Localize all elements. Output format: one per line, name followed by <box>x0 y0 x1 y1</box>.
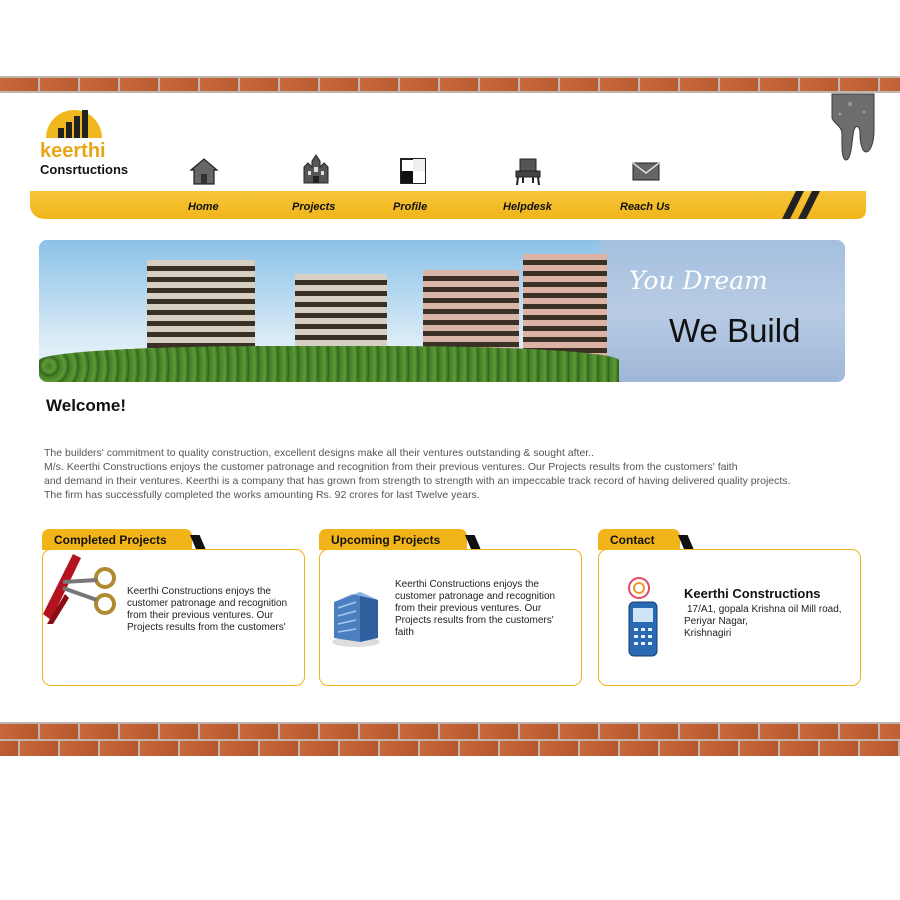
nav-helpdesk[interactable]: Helpdesk <box>503 201 552 213</box>
brick-border-bottom <box>0 722 900 756</box>
welcome-line: The builders' commitment to quality cons… <box>44 447 595 459</box>
navbar-stripes <box>782 191 820 219</box>
mobile-phone-icon <box>628 577 658 657</box>
contact-company-name: Keerthi Constructions <box>684 586 821 601</box>
completed-projects-box: Keerthi Constructions enjoys the custome… <box>42 549 305 686</box>
paint-drip-icon <box>831 93 875 161</box>
welcome-line: M/s. Keerthi Constructions enjoys the cu… <box>44 461 738 473</box>
nav-profile[interactable]: Profile <box>393 201 427 213</box>
banner-tagline-dream: You Dream <box>629 266 768 295</box>
contact-address-line: Krishnagiri <box>684 628 732 639</box>
welcome-line: and demand in their ventures. Keerthi is… <box>44 475 791 487</box>
upcoming-projects-title: Upcoming Projects <box>331 533 441 547</box>
castle-icon[interactable] <box>300 153 332 185</box>
completed-projects-tab[interactable]: Completed Projects <box>42 529 206 550</box>
trees-image <box>39 346 619 382</box>
contact-tab[interactable]: Contact <box>598 529 694 550</box>
office-building-icon <box>332 592 380 647</box>
contact-address-line: Periyar Nagar, <box>684 616 748 627</box>
welcome-heading: Welcome! <box>46 396 126 415</box>
main-navbar: Home Projects Profile Helpdesk Reach Us <box>30 191 866 219</box>
contact-address-line: 17/A1, gopala Krishna oil Mill road, <box>687 604 842 615</box>
completed-projects-text: Keerthi Constructions enjoys the custome… <box>127 586 288 633</box>
welcome-text: The builders' commitment to quality cons… <box>44 446 864 502</box>
nav-projects[interactable]: Projects <box>292 201 335 213</box>
banner-tagline-build: We Build <box>669 312 801 349</box>
contact-title: Contact <box>610 533 655 547</box>
upcoming-projects-tab[interactable]: Upcoming Projects <box>319 529 481 550</box>
envelope-icon[interactable] <box>630 155 662 187</box>
contact-address: 17/A1, gopala Krishna oil Mill road, Per… <box>684 604 854 640</box>
welcome-line: The firm has successfully completed the … <box>44 489 480 501</box>
ribbon-scissors-icon <box>43 554 116 624</box>
contact-box: Keerthi Constructions 17/A1, gopala Kris… <box>598 549 861 686</box>
upcoming-projects-text: Keerthi Constructions enjoys the custome… <box>395 579 556 638</box>
completed-projects-title: Completed Projects <box>54 533 167 547</box>
profile-icon[interactable] <box>397 155 429 187</box>
nav-home[interactable]: Home <box>188 201 219 213</box>
upcoming-projects-box: Keerthi Constructions enjoys the custome… <box>319 549 582 686</box>
chair-icon[interactable] <box>512 155 544 187</box>
brick-border-top <box>0 76 900 93</box>
nav-reach-us[interactable]: Reach Us <box>620 201 670 213</box>
nav-icon-row <box>0 153 900 191</box>
hero-banner: You Dream We Build <box>39 240 845 382</box>
house-icon[interactable] <box>188 155 220 187</box>
